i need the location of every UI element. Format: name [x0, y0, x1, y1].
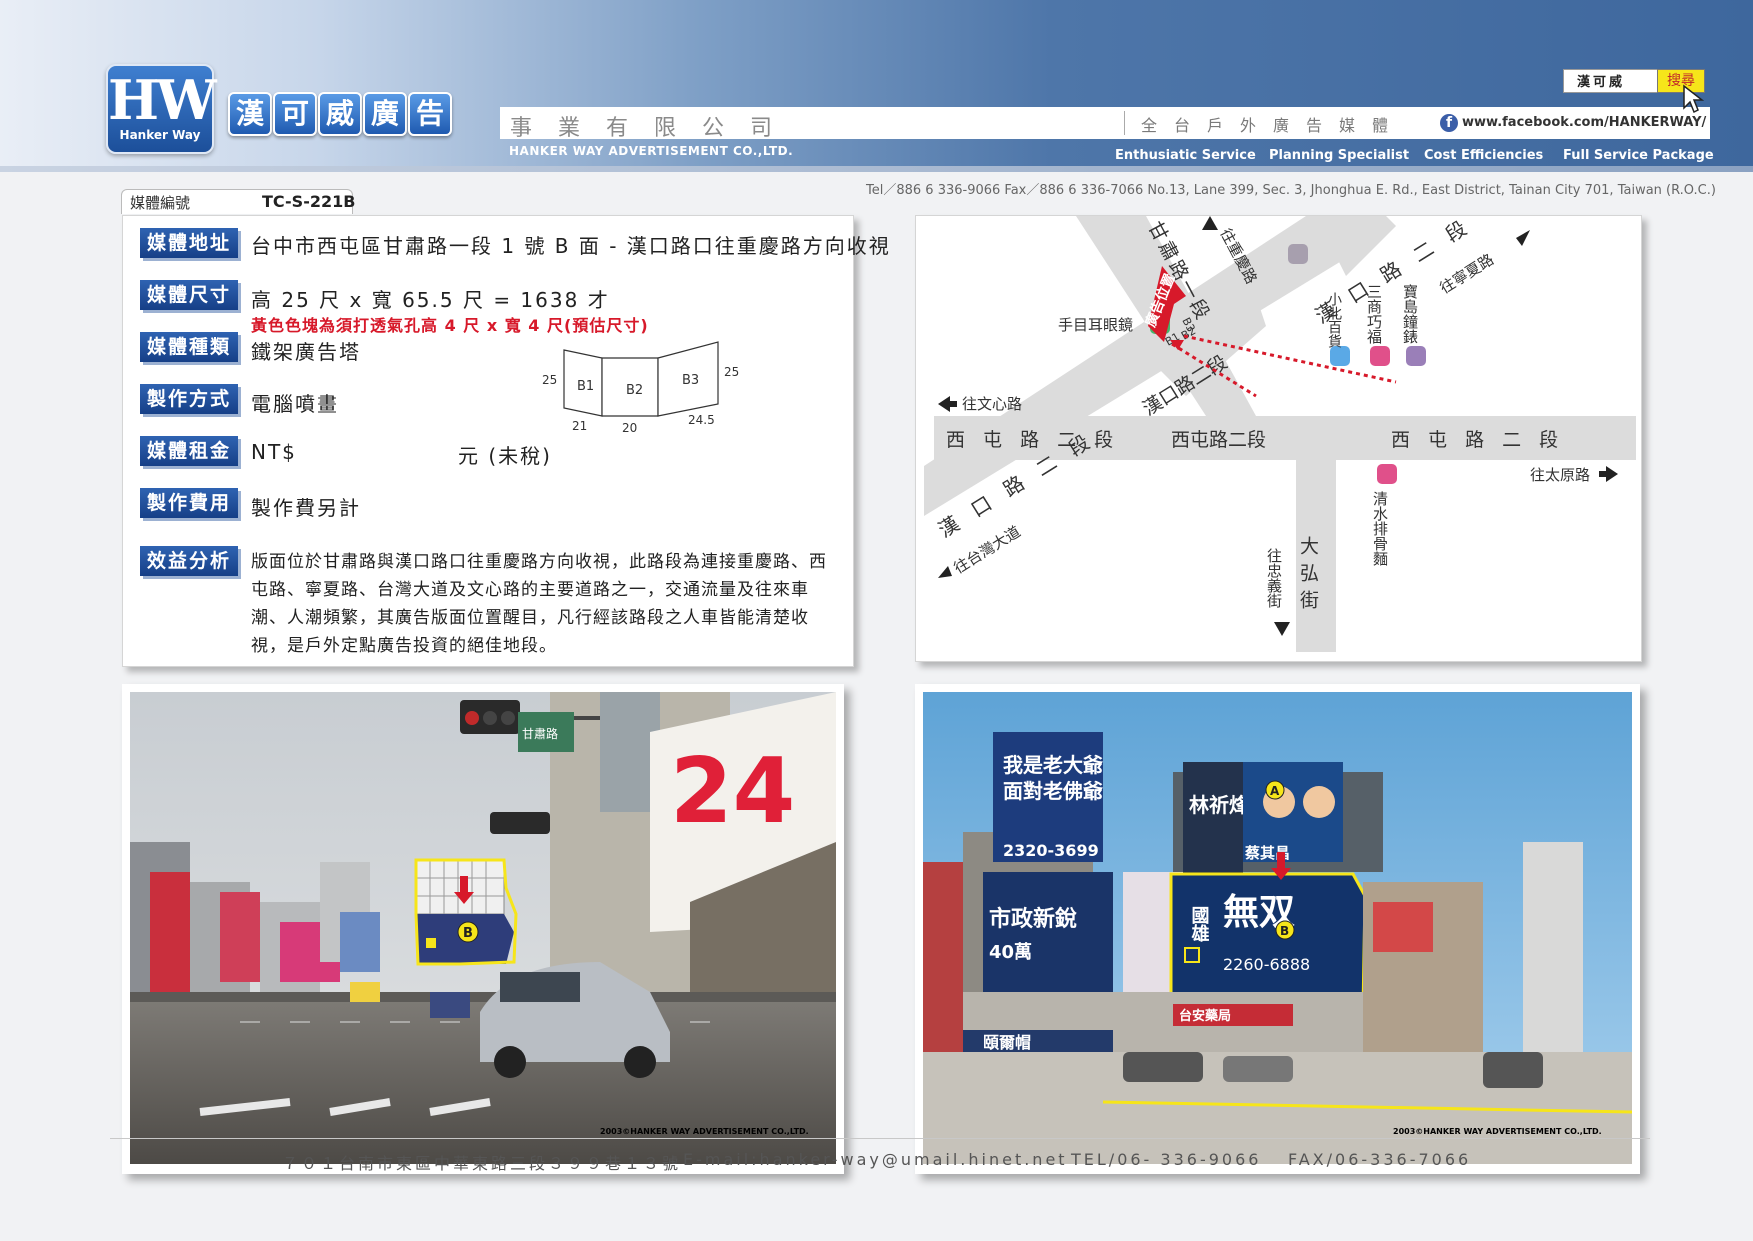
rent-suffix: 元 (未稅)	[458, 444, 552, 468]
location-map: 西 屯 路 二 段 西屯路二段 西 屯 路 二 段 漢 口 路 二 段 漢口路二…	[924, 216, 1636, 652]
footer-tel: TEL/06- 336-9066	[1071, 1150, 1262, 1169]
landmark-xiaobei-icon	[1330, 346, 1350, 366]
board-text-phone1: 2320-3699	[1003, 841, 1099, 860]
road-label-xitun-right: 西 屯 路 二 段	[1391, 429, 1564, 451]
board-text-pharmacy: 台安藥局	[1179, 1008, 1231, 1024]
dir-zhongyi: 往忠義街	[1265, 548, 1283, 608]
face-b3-label: B3	[682, 373, 699, 388]
road-label-xitun-mid: 西屯路二段	[1171, 429, 1266, 451]
board-text-2: 面對老佛爺	[1003, 779, 1104, 803]
landmark-baodao: 寶島鐘錶	[1401, 283, 1419, 344]
search-query: 漢可威	[1577, 75, 1626, 90]
dir-wenxin: 往文心路	[962, 395, 1022, 413]
facebook-icon[interactable]: f	[1440, 114, 1458, 132]
company-name-zh: 事業有限公司	[510, 116, 799, 141]
tagline-fullservice: Full Service Package	[1563, 148, 1714, 163]
brand-name-char-4: 廣	[363, 92, 407, 136]
label-rent: 媒體租金	[140, 436, 238, 466]
photo-left-street-sign: 甘肅路	[522, 726, 558, 741]
board-text-kingdom: 國雄	[1189, 906, 1211, 943]
photo-left-credit: 2003©HANKER WAY ADVERTISEMENT CO.,LTD.	[600, 1127, 809, 1136]
face-b2-label: B2	[626, 383, 643, 398]
board-text-lin: 林祈烽	[1189, 793, 1250, 817]
dim-b3-width: 24.5	[688, 413, 715, 427]
value-method: 電腦噴畫	[251, 392, 339, 416]
media-number-label: 媒體編號	[130, 194, 191, 212]
cursor-icon	[1683, 84, 1704, 114]
landmark-sanshang-icon	[1370, 346, 1390, 366]
photo-right-credit: 2003©HANKER WAY ADVERTISEMENT CO.,LTD.	[1393, 1127, 1602, 1136]
arrow-northeast-icon	[1516, 230, 1530, 246]
landmark-sanshang: 三商巧福	[1365, 284, 1383, 344]
label-type: 媒體種類	[140, 332, 238, 362]
vent-hole-note: 黃色色塊為須打透氣孔高 4 尺 x 寬 4 尺(預估尺寸)	[251, 316, 649, 335]
dim-b1-width: 21	[572, 419, 587, 433]
facebook-link[interactable]: www.facebook.com/HANKERWAY/	[1462, 115, 1706, 130]
board-text-3: 市政新銳	[989, 906, 1077, 932]
photo-right-marker-a-label: A	[1270, 784, 1280, 798]
value-rent: NT$	[251, 440, 297, 464]
landmark-qingshui: 清水排骨麵	[1371, 491, 1389, 566]
tagline-zh: 全台戶外廣告媒體	[1141, 116, 1406, 135]
footer-email[interactable]: E-mail:hanker-way@umail.hinet.net	[683, 1150, 1068, 1169]
label-production-fee: 製作費用	[140, 488, 238, 518]
road-label-dahong: 大弘街	[1297, 536, 1319, 617]
tagline-planning: Planning Specialist	[1269, 148, 1410, 163]
landmark-eyeglasses: 手目耳眼鏡	[1058, 316, 1133, 334]
arrow-southwest-icon	[938, 566, 952, 578]
brand-name-char-2: 可	[273, 92, 317, 136]
tagline-cost: Cost Efficiencies	[1424, 148, 1544, 163]
label-analysis: 效益分析	[140, 546, 238, 576]
label-method: 製作方式	[140, 384, 238, 414]
board-text-1: 我是老大爺	[1003, 753, 1104, 777]
board-text-hat: 頤爾帽	[983, 1033, 1031, 1052]
header-banner	[0, 0, 1753, 172]
footer-address: ７０１台南市東區中華東路三段３９９巷１３號	[282, 1154, 682, 1173]
photo-left-marker-label: B	[463, 926, 473, 941]
brand-name-char-5: 告	[408, 92, 452, 136]
dim-b2-width: 20	[622, 421, 637, 435]
value-type: 鐵架廣告塔	[251, 340, 361, 364]
header-separator	[1124, 111, 1125, 135]
value-size: 高 25 尺 x 寬 65.5 尺 = 1638 才	[251, 288, 610, 312]
logo-mark: HW	[108, 68, 217, 132]
billboard-face-diagram: B1 B2 B3 25 21 20 24.5 25	[542, 341, 739, 435]
footer-divider	[110, 1138, 1650, 1139]
board-text-40w: 40萬	[989, 942, 1032, 963]
arrow-right-icon	[1606, 466, 1618, 482]
arrow-up-icon	[1202, 216, 1218, 230]
company-name-en: HANKER WAY ADVERTISEMENT CO.,LTD.	[509, 144, 794, 158]
arrow-down-icon	[1274, 622, 1290, 636]
value-production-fee: 製作費另計	[251, 496, 361, 520]
value-address: 台中市西屯區甘肅路一段 1 號 B 面 - 漢口路口往重慶路方向收視	[251, 234, 891, 258]
dir-ningxia: 往寧夏路	[1437, 250, 1497, 297]
dim-left-height: 25	[542, 373, 557, 387]
photo-left: B 24 甘肅路 2003©HANKER WAY ADVERTISEMENT C…	[130, 692, 836, 1164]
logo-subtitle: Hanker Way	[119, 128, 201, 142]
value-analysis: 版面位於甘肅路與漢口路口往重慶路方向收視，此路段為連接重慶路、西屯路、寧夏路、台…	[251, 552, 827, 656]
photo-left-sign-24: 24	[670, 739, 795, 844]
arrow-left-icon	[938, 396, 950, 412]
dir-taiyuan: 往太原路	[1530, 466, 1590, 484]
contact-info: Tel／886 6 336-9066 Fax／886 6 336-7066 No…	[866, 183, 1716, 198]
brand-name-char-1: 漢	[228, 92, 272, 136]
footer-fax: FAX/06-336-7066	[1288, 1150, 1472, 1169]
label-address: 媒體地址	[140, 228, 238, 258]
landmark-xiaobei: 小北百貨	[1326, 292, 1342, 348]
face-b1-label: B1	[577, 379, 594, 394]
landmark-gansu-icon	[1288, 244, 1308, 264]
header-divider	[0, 166, 1753, 172]
dim-right-height: 25	[724, 365, 739, 379]
hw-logo: HW Hanker Way	[106, 64, 217, 154]
photo-right: 我是老大爺 面對老佛爺 2320-3699 市政新銳 40萬 林祈烽 蔡其昌 A…	[923, 692, 1632, 1164]
media-number-value: TC-S-221B	[262, 192, 356, 211]
landmark-qingshui-icon	[1377, 464, 1397, 484]
board-text-phone2: 2260-6888	[1223, 955, 1310, 974]
tagline-enthusiatic: Enthusiatic Service	[1115, 148, 1256, 163]
label-size: 媒體尺寸	[140, 280, 238, 310]
photo-right-marker-b-label: B	[1280, 924, 1289, 938]
landmark-baodao-icon	[1406, 346, 1426, 366]
brand-name-char-3: 威	[318, 92, 362, 136]
